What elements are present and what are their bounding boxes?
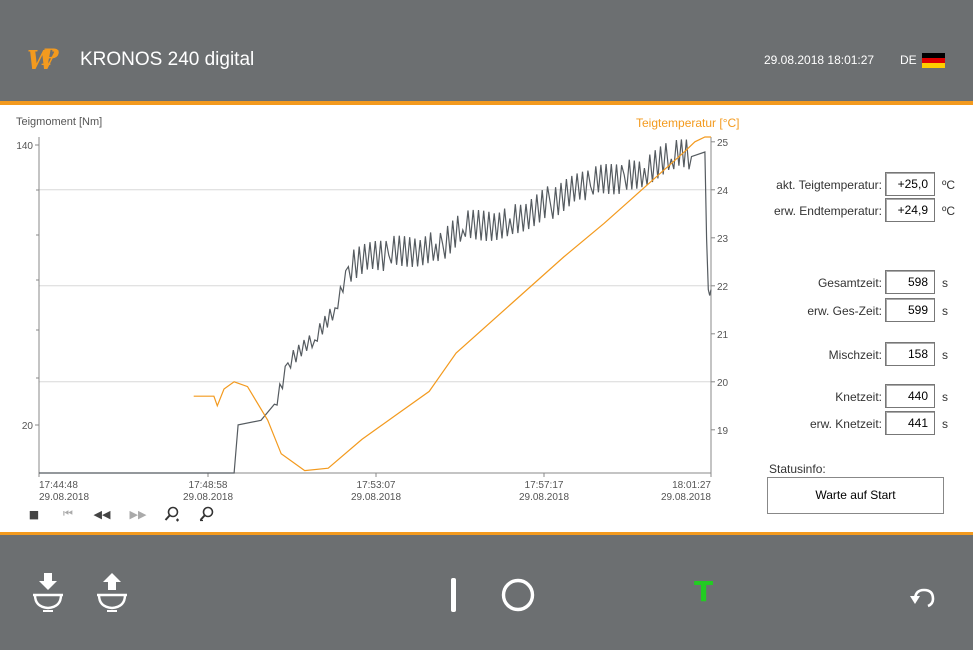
knetzeit-unit: s (942, 390, 948, 404)
header-bar: W P KRONOS 240 digital 29.08.2018 18:01:… (0, 0, 973, 101)
power-on-icon[interactable] (448, 577, 460, 613)
x-tick-date: 29.08.2018 (183, 492, 233, 503)
erw-knetzeit-label: erw. Knetzeit: (809, 417, 882, 431)
right-tick-label: 20 (717, 378, 729, 389)
x-tick-date: 29.08.2018 (39, 492, 89, 503)
mischzeit-unit: s (942, 348, 948, 362)
right-tick-label: 23 (717, 234, 729, 245)
akt-temp-unit: ºC (942, 178, 956, 192)
stop-icon[interactable]: ■ (26, 506, 42, 522)
x-tick-time: 17:57:17 (525, 480, 564, 491)
right-tick-label: 22 (717, 282, 729, 293)
datetime: 29.08.2018 18:01:27 (764, 53, 875, 67)
akt-temp-label: akt. Teigtemperatur: (776, 178, 882, 192)
knetzeit-label: Knetzeit: (835, 390, 882, 404)
left-axis-title: Teigmoment [Nm] (16, 116, 103, 128)
mischzeit-label: Mischzeit: (828, 348, 882, 362)
zoom-in-icon[interactable] (164, 506, 180, 522)
status-box: Warte auf Start (767, 477, 944, 514)
bowl-unload-icon[interactable] (93, 571, 131, 615)
power-off-icon[interactable] (500, 577, 536, 613)
app-title: KRONOS 240 digital (80, 49, 255, 70)
knetzeit-value: 440 (885, 384, 935, 408)
erw-knetzeit-unit: s (942, 417, 948, 431)
language-code[interactable]: DE (900, 53, 917, 67)
gesamtzeit-value: 598 (885, 270, 935, 294)
erw-temp-value: +24,9 (885, 198, 935, 222)
german-flag-icon[interactable] (922, 53, 945, 68)
erw-ges-zeit-unit: s (942, 304, 948, 318)
x-tick-date: 29.08.2018 (519, 492, 569, 503)
right-tick-label: 19 (717, 426, 729, 437)
erw-knetzeit-value: 441 (885, 411, 935, 435)
x-tick-date: 29.08.2018 (351, 492, 401, 503)
x-tick-time: 18:01:27 (672, 480, 711, 491)
gesamtzeit-unit: s (942, 276, 948, 290)
footer-bar (0, 535, 973, 650)
erw-ges-zeit-label: erw. Ges-Zeit: (807, 304, 882, 318)
erw-temp-unit: ºC (942, 204, 956, 218)
status-label: Statusinfo: (769, 462, 826, 476)
svg-text:P: P (41, 45, 60, 71)
right-tick-label: 24 (717, 186, 729, 197)
erw-temp-label: erw. Endtemperatur: (773, 204, 882, 218)
tool-t-icon[interactable]: T (694, 575, 713, 608)
akt-temp-value: +25,0 (885, 172, 935, 196)
right-axis-title: Teigtemperatur [°C] (636, 116, 740, 130)
bowl-load-icon[interactable] (29, 571, 67, 615)
x-tick-time: 17:44:48 (39, 480, 78, 491)
x-tick-time: 17:53:07 (357, 480, 396, 491)
mischzeit-value: 158 (885, 342, 935, 366)
gesamtzeit-label: Gesamtzeit: (817, 276, 882, 290)
x-tick-time: 17:48:58 (189, 480, 228, 491)
right-tick-label: 25 (717, 138, 729, 149)
trend-chart[interactable]: 140202524232221201917:44:4829.08.201817:… (0, 130, 760, 505)
left-tick-label: 140 (16, 141, 33, 152)
series-teigtemperatur-line (193, 136, 711, 472)
x-tick-date: 29.08.2018 (661, 492, 711, 503)
back-undo-icon[interactable] (908, 582, 938, 610)
wp-logo-icon: W P (27, 45, 60, 75)
erw-ges-zeit-value: 599 (885, 298, 935, 322)
fast-forward-icon[interactable]: ▶▶ (130, 506, 147, 522)
rewind-icon[interactable]: ◀◀ (94, 506, 111, 522)
left-tick-label: 20 (22, 421, 34, 432)
skip-start-icon[interactable]: ⏮ (60, 506, 76, 522)
zoom-out-icon[interactable] (199, 506, 215, 522)
right-tick-label: 21 (717, 330, 729, 341)
